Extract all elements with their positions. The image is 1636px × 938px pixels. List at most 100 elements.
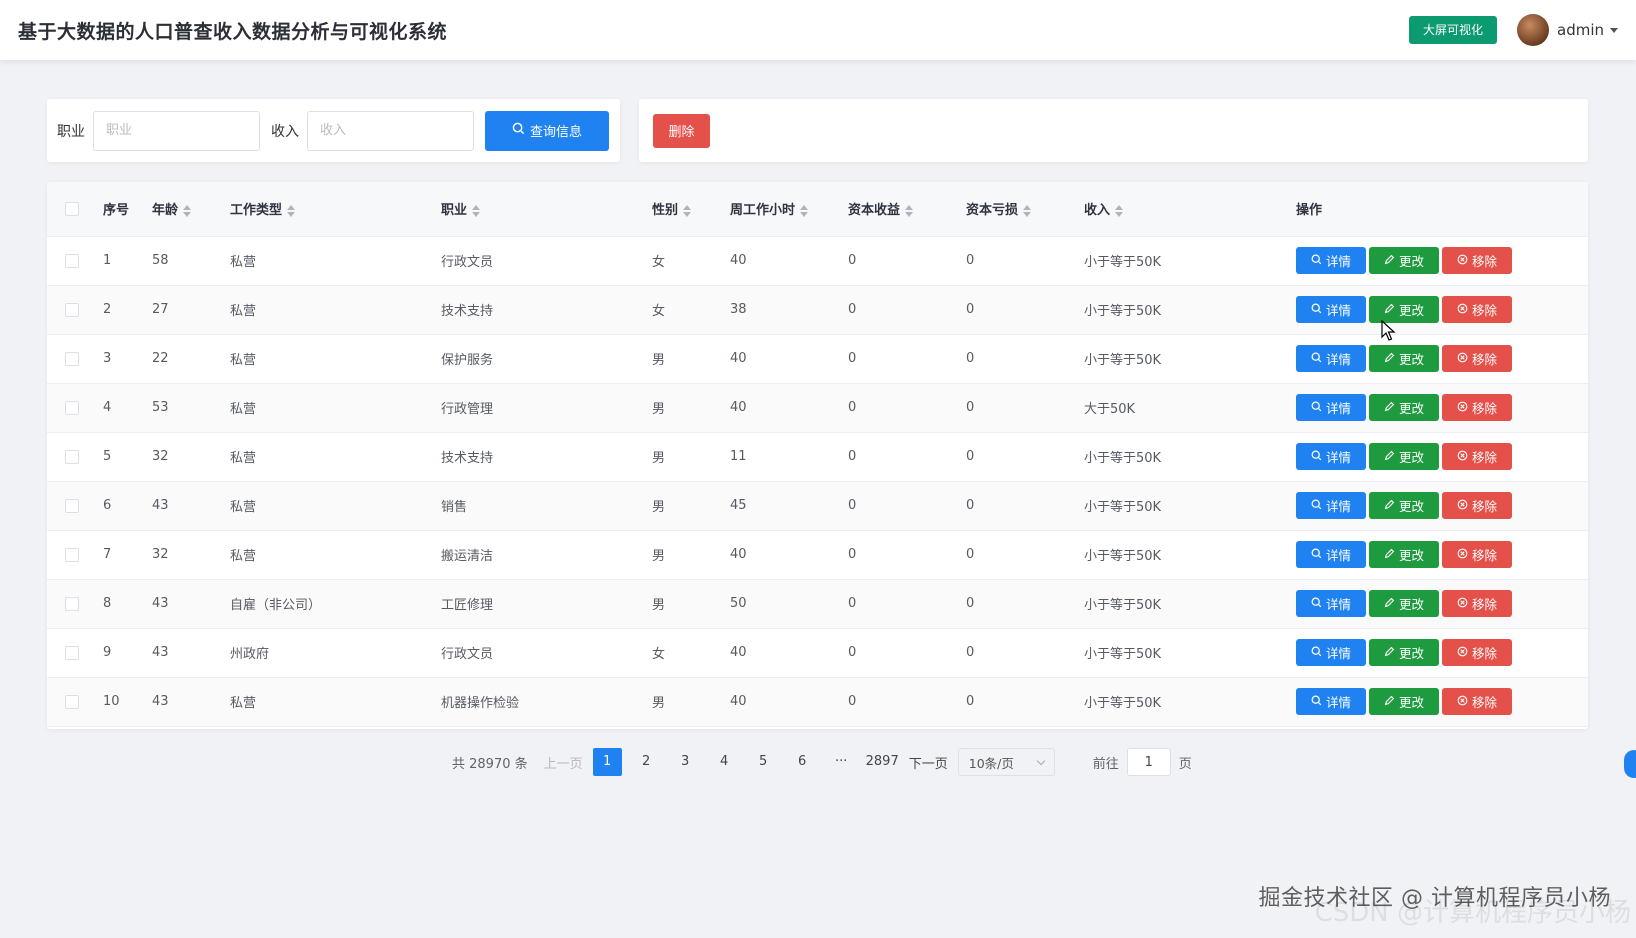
- prev-page-button[interactable]: 上一页: [544, 753, 583, 772]
- edit-button[interactable]: 更改: [1369, 688, 1439, 715]
- sort-icon[interactable]: [1115, 204, 1124, 217]
- watermark-juejin: 掘金技术社区 @ 计算机程序员小杨: [1258, 886, 1611, 911]
- remove-button[interactable]: 移除: [1442, 492, 1512, 519]
- goto-page-input[interactable]: [1126, 748, 1171, 776]
- page-button-2[interactable]: 2: [632, 748, 661, 776]
- avatar[interactable]: [1517, 14, 1549, 46]
- search-icon: [512, 122, 525, 139]
- sort-icon[interactable]: [472, 204, 481, 217]
- page-button-3[interactable]: 3: [671, 748, 700, 776]
- sort-icon[interactable]: [905, 204, 914, 217]
- remove-button[interactable]: 移除: [1442, 394, 1512, 421]
- detail-button[interactable]: 详情: [1296, 590, 1366, 617]
- remove-button[interactable]: 移除: [1442, 296, 1512, 323]
- cell-gain: 0: [848, 302, 857, 317]
- sort-icon[interactable]: [683, 204, 692, 217]
- cell-id: 4: [103, 400, 112, 415]
- row-checkbox[interactable]: [65, 694, 79, 709]
- remove-button[interactable]: 移除: [1442, 688, 1512, 715]
- cell-occupation: 行政文员: [441, 647, 494, 662]
- row-checkbox[interactable]: [65, 498, 79, 513]
- col-header-sex[interactable]: 性别: [652, 182, 730, 237]
- page-button-6[interactable]: 6: [788, 748, 817, 776]
- edit-button[interactable]: 更改: [1369, 296, 1439, 323]
- page-button-1[interactable]: 1: [592, 748, 622, 776]
- page-button-5[interactable]: 5: [749, 748, 778, 776]
- edit-button[interactable]: 更改: [1369, 247, 1439, 274]
- user-name[interactable]: admin: [1557, 21, 1604, 39]
- side-float-button[interactable]: [1624, 750, 1636, 778]
- cell-occupation: 行政文员: [441, 255, 494, 270]
- detail-button[interactable]: 详情: [1296, 492, 1366, 519]
- col-header-income[interactable]: 收入: [1084, 182, 1296, 237]
- caret-down-icon[interactable]: [1610, 27, 1618, 33]
- row-checkbox[interactable]: [65, 596, 79, 611]
- remove-label: 移除: [1471, 548, 1497, 563]
- edit-button[interactable]: 更改: [1369, 345, 1439, 372]
- select-all-checkbox[interactable]: [65, 201, 79, 216]
- edit-button[interactable]: 更改: [1369, 590, 1439, 617]
- next-page-button[interactable]: 下一页: [909, 753, 948, 772]
- cell-sex: 男: [652, 451, 666, 466]
- edit-button[interactable]: 更改: [1369, 541, 1439, 568]
- cell-sex: 男: [652, 549, 666, 564]
- col-header-workclass[interactable]: 工作类型: [230, 182, 441, 237]
- detail-button[interactable]: 详情: [1296, 296, 1366, 323]
- remove-button[interactable]: 移除: [1442, 541, 1512, 568]
- query-button[interactable]: 查询信息: [485, 110, 609, 151]
- income-input[interactable]: [307, 110, 474, 151]
- search-icon: [1311, 401, 1322, 415]
- row-checkbox[interactable]: [65, 400, 79, 415]
- edit-button[interactable]: 更改: [1369, 639, 1439, 666]
- remove-button[interactable]: 移除: [1442, 590, 1512, 617]
- page-button-4[interactable]: 4: [710, 748, 739, 776]
- search-icon: [1311, 646, 1322, 660]
- remove-button[interactable]: 移除: [1442, 247, 1512, 274]
- detail-button[interactable]: 详情: [1296, 345, 1366, 372]
- cell-gain: 0: [848, 351, 857, 366]
- sort-icon[interactable]: [287, 204, 296, 217]
- col-header-gain[interactable]: 资本收益: [848, 182, 966, 237]
- cell-hours: 40: [730, 400, 747, 415]
- sort-icon[interactable]: [1023, 204, 1032, 217]
- col-header-loss[interactable]: 资本亏损: [966, 182, 1084, 237]
- circle-close-icon: [1457, 646, 1468, 660]
- detail-button[interactable]: 详情: [1296, 639, 1366, 666]
- search-icon: [1311, 695, 1322, 709]
- cell-workclass: 私营: [230, 500, 257, 515]
- circle-close-icon: [1457, 352, 1468, 366]
- row-checkbox[interactable]: [65, 547, 79, 562]
- remove-button[interactable]: 移除: [1442, 443, 1512, 470]
- page-button-last[interactable]: 2897: [866, 748, 899, 776]
- edit-button[interactable]: 更改: [1369, 492, 1439, 519]
- cell-occupation: 搬运清洁: [441, 549, 494, 564]
- row-checkbox[interactable]: [65, 253, 79, 268]
- detail-button[interactable]: 详情: [1296, 443, 1366, 470]
- detail-button[interactable]: 详情: [1296, 541, 1366, 568]
- page-size-select[interactable]: 10条/页: [957, 748, 1055, 776]
- sort-icon[interactable]: [800, 204, 809, 217]
- col-header-occupation[interactable]: 职业: [441, 182, 652, 237]
- remove-button[interactable]: 移除: [1442, 639, 1512, 666]
- detail-button[interactable]: 详情: [1296, 394, 1366, 421]
- bulk-delete-button[interactable]: 删除: [653, 113, 710, 148]
- row-checkbox[interactable]: [65, 302, 79, 317]
- edit-button[interactable]: 更改: [1369, 443, 1439, 470]
- table-body: 1 58 私营 行政文员女 40 0 0 小于等于50K 详情 更改 移除 2 27 私营 技术支持女 38 0…: [47, 236, 1588, 726]
- remove-label: 移除: [1471, 695, 1497, 710]
- row-checkbox[interactable]: [65, 645, 79, 660]
- row-checkbox[interactable]: [65, 351, 79, 366]
- remove-button[interactable]: 移除: [1442, 345, 1512, 372]
- detail-button[interactable]: 详情: [1296, 688, 1366, 715]
- bigscreen-button[interactable]: 大屏可视化: [1408, 16, 1497, 44]
- more-pages-icon[interactable]: ···: [827, 748, 856, 776]
- col-header-age[interactable]: 年龄: [152, 182, 230, 237]
- row-checkbox[interactable]: [65, 449, 79, 464]
- cell-id: 5: [103, 449, 112, 464]
- col-header-hours[interactable]: 周工作小时: [730, 182, 848, 237]
- edit-label: 更改: [1398, 303, 1424, 318]
- sort-icon[interactable]: [183, 204, 192, 217]
- occupation-input[interactable]: [93, 110, 260, 151]
- edit-button[interactable]: 更改: [1369, 394, 1439, 421]
- detail-button[interactable]: 详情: [1296, 247, 1366, 274]
